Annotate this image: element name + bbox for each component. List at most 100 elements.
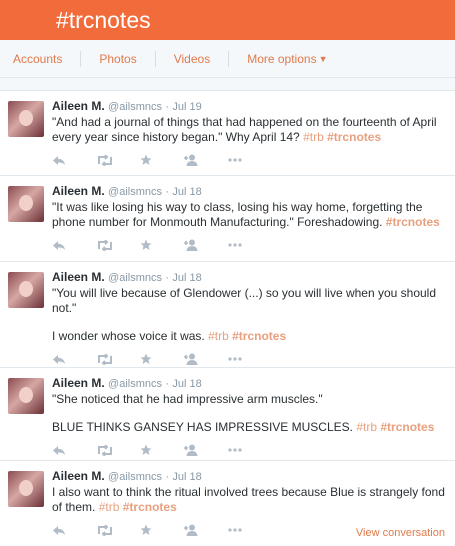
spacer	[0, 78, 455, 90]
retweet-button[interactable]	[96, 154, 140, 166]
follow-button[interactable]	[184, 239, 228, 251]
author-name[interactable]: Aileen M.	[52, 99, 105, 113]
author-handle[interactable]: @ailsmncs	[108, 471, 162, 483]
author-handle[interactable]: @ailsmncs	[108, 378, 162, 390]
more-icon	[228, 357, 242, 361]
reply-button[interactable]	[52, 240, 96, 251]
more-icon	[228, 243, 242, 247]
reply-icon	[53, 445, 65, 455]
retweet-button[interactable]	[96, 444, 140, 456]
tweet[interactable]: Aileen M. @ailsmncs · Jul 18 I also want…	[0, 461, 455, 546]
more-button[interactable]	[228, 243, 272, 247]
favorite-button[interactable]	[140, 154, 184, 166]
author-handle[interactable]: @ailsmncs	[108, 101, 162, 113]
avatar[interactable]	[8, 471, 44, 507]
more-button[interactable]	[228, 448, 272, 452]
avatar[interactable]	[8, 101, 44, 137]
avatar[interactable]	[8, 378, 44, 414]
hashtag[interactable]: #trb	[356, 420, 377, 434]
tweet-date[interactable]: Jul 18	[172, 471, 201, 483]
tweet[interactable]: Aileen M. @ailsmncs · Jul 18 "She notice…	[0, 368, 455, 461]
avatar-face	[19, 480, 33, 496]
chevron-down-icon: ▼	[318, 53, 328, 64]
avatar[interactable]	[8, 272, 44, 308]
tweet-header: Aileen M. @ailsmncs · Jul 19	[52, 99, 447, 115]
tweet-date[interactable]: Jul 18	[172, 378, 201, 390]
author-handle[interactable]: @ailsmncs	[108, 272, 162, 284]
follow-icon	[184, 353, 198, 365]
tweet-header: Aileen M. @ailsmncs · Jul 18	[52, 184, 447, 200]
hashtag[interactable]: #trb	[208, 329, 229, 343]
avatar-face	[19, 110, 33, 126]
hashtag[interactable]: #trcnotes	[386, 215, 440, 229]
meta-separator: ·	[165, 101, 169, 113]
follow-button[interactable]	[184, 154, 228, 166]
nav-photos[interactable]: Photos	[81, 50, 154, 68]
hashtag[interactable]: #trcnotes	[123, 500, 177, 514]
author-handle[interactable]: @ailsmncs	[108, 186, 162, 198]
retweet-button[interactable]	[96, 239, 140, 251]
favorite-button[interactable]	[140, 353, 184, 365]
hashtag[interactable]: #trb	[99, 500, 120, 514]
more-icon	[228, 448, 242, 452]
tweet-date[interactable]: Jul 18	[172, 186, 201, 198]
hashtag[interactable]: #trcnotes	[327, 130, 381, 144]
tweet-text: I wonder whose voice it was. #trb #trcno…	[52, 329, 447, 344]
more-button[interactable]	[228, 158, 272, 162]
reply-icon	[53, 354, 65, 364]
reply-button[interactable]	[52, 525, 96, 536]
author-name[interactable]: Aileen M.	[52, 184, 105, 198]
follow-button[interactable]	[184, 524, 228, 536]
author-name[interactable]: Aileen M.	[52, 270, 105, 284]
view-conversation-link[interactable]: View conversation	[356, 527, 445, 539]
reply-button[interactable]	[52, 354, 96, 365]
tweet-text-body: I wonder whose voice it was.	[52, 329, 205, 343]
tweet[interactable]: Aileen M. @ailsmncs · Jul 19 "And had a …	[0, 91, 455, 176]
tweet[interactable]: Aileen M. @ailsmncs · Jul 18 "You will l…	[0, 262, 455, 368]
hashtag[interactable]: #trcnotes	[232, 329, 286, 343]
reply-button[interactable]	[52, 155, 96, 166]
nav-accounts[interactable]: Accounts	[0, 50, 80, 68]
reply-button[interactable]	[52, 445, 96, 456]
app-header: #trcnotes	[0, 0, 455, 40]
author-name[interactable]: Aileen M.	[52, 376, 105, 390]
favorite-icon	[140, 353, 152, 364]
avatar[interactable]	[8, 186, 44, 222]
retweet-button[interactable]	[96, 524, 140, 536]
favorite-icon	[140, 524, 152, 535]
reply-icon	[53, 240, 65, 250]
tweet-text: "And had a journal of things that had ha…	[52, 115, 447, 145]
hashtag[interactable]: #trcnotes	[380, 420, 434, 434]
tweet-actions	[52, 437, 447, 463]
tweet-text: I also want to think the ritual involved…	[52, 485, 447, 515]
meta-separator: ·	[165, 378, 169, 390]
tweet-text: "You will live because of Glendower (...…	[52, 286, 437, 315]
retweet-icon	[98, 524, 112, 536]
favorite-button[interactable]	[140, 524, 184, 536]
page-title: #trcnotes	[56, 6, 151, 33]
favorite-button[interactable]	[140, 444, 184, 456]
reply-icon	[53, 525, 65, 535]
retweet-button[interactable]	[96, 353, 140, 365]
nav-more-options[interactable]: More options ▼	[229, 50, 345, 68]
author-name[interactable]: Aileen M.	[52, 469, 105, 483]
follow-button[interactable]	[184, 444, 228, 456]
follow-button[interactable]	[184, 353, 228, 365]
tweet-text: BLUE THINKS GANSEY HAS IMPRESSIVE MUSCLE…	[52, 420, 447, 435]
nav-videos[interactable]: Videos	[156, 50, 228, 68]
meta-separator: ·	[165, 471, 169, 483]
retweet-icon	[98, 444, 112, 456]
favorite-icon	[140, 444, 152, 455]
favorite-button[interactable]	[140, 239, 184, 251]
avatar-face	[19, 281, 33, 297]
tweet-date[interactable]: Jul 19	[172, 101, 201, 113]
retweet-icon	[98, 353, 112, 365]
tweet-header: Aileen M. @ailsmncs · Jul 18	[52, 376, 447, 392]
tweet-text: "She noticed that he had impressive arm …	[52, 392, 323, 406]
more-button[interactable]	[228, 357, 272, 361]
tweet[interactable]: Aileen M. @ailsmncs · Jul 18 "It was lik…	[0, 176, 455, 262]
more-button[interactable]	[228, 528, 272, 532]
tweet-date[interactable]: Jul 18	[172, 272, 201, 284]
favorite-icon	[140, 154, 152, 165]
hashtag[interactable]: #trb	[303, 130, 324, 144]
